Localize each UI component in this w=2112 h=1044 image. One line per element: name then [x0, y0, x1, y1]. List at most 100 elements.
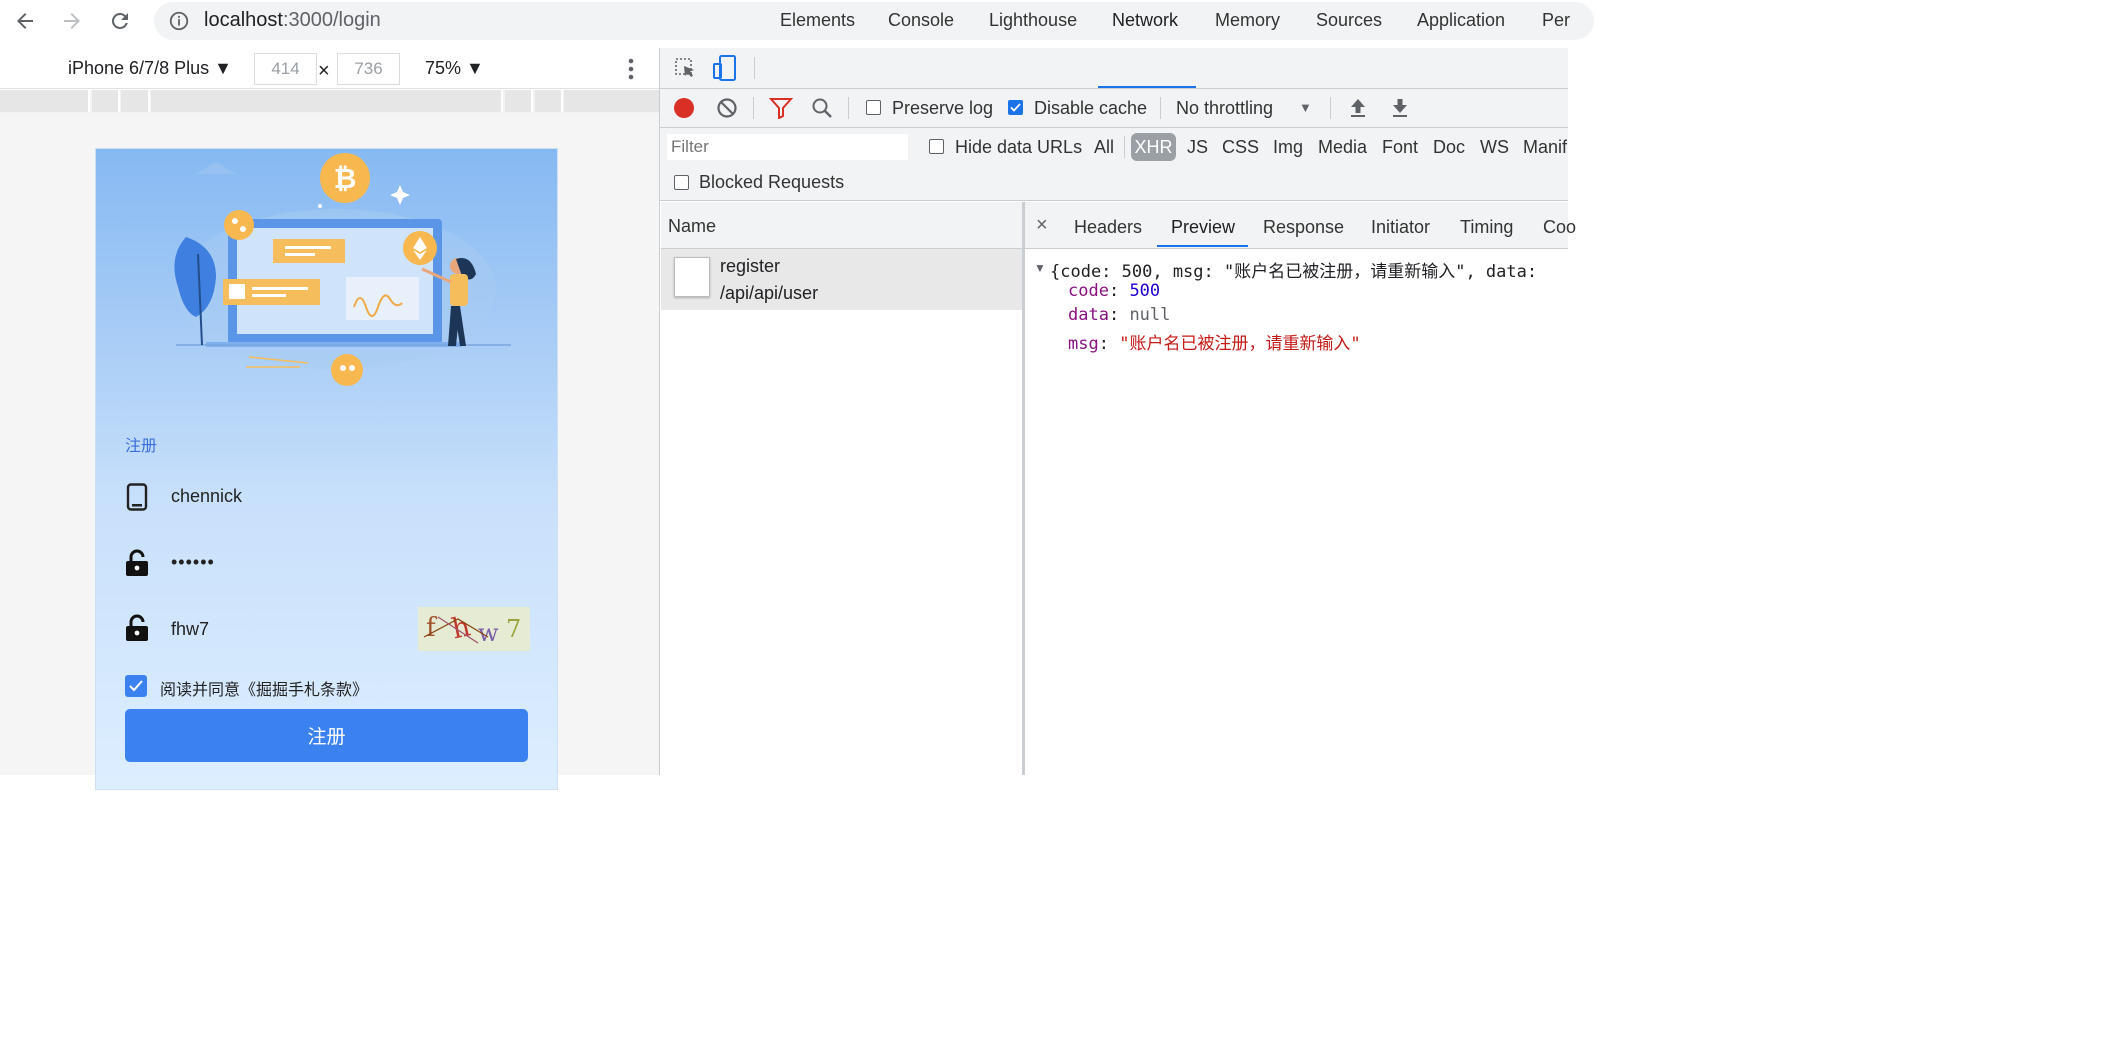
phone-icon: [126, 483, 148, 516]
separator: [1124, 136, 1125, 158]
forward-arrow-icon: [64, 13, 80, 29]
filter-type-ws[interactable]: WS: [1480, 137, 1509, 158]
tab-initiator[interactable]: Initiator: [1371, 217, 1430, 238]
expand-triangle-icon[interactable]: ▼: [1034, 261, 1046, 275]
request-name: register: [720, 256, 781, 276]
tab-performance[interactable]: Per: [1542, 10, 1570, 31]
filter-type-xhr[interactable]: XHR: [1131, 133, 1176, 161]
active-detail-tab-indicator: [1157, 245, 1248, 247]
url-path: :3000/login: [282, 9, 381, 31]
svg-text:₿: ₿: [334, 162, 357, 195]
url-host: localhost: [204, 9, 283, 31]
filter-type-img[interactable]: Img: [1273, 137, 1303, 158]
agree-text[interactable]: 阅读并同意《掘掘手札条款》: [160, 676, 368, 700]
device-select[interactable]: iPhone 6/7/8 Plus ▼: [68, 58, 232, 79]
tab-cookies[interactable]: Coo: [1543, 217, 1576, 238]
json-string: "账户名已被注册，请重新输入": [1119, 334, 1361, 354]
media-query-ruler[interactable]: [0, 90, 661, 116]
blocked-requests-checkbox[interactable]: [674, 175, 689, 190]
filter-type-css[interactable]: CSS: [1222, 137, 1259, 158]
separator: [1330, 97, 1331, 119]
filter-type-all[interactable]: All: [1094, 137, 1114, 158]
form-heading: 注册: [125, 438, 158, 455]
captcha-input[interactable]: fhw7: [171, 619, 209, 640]
clear-icon[interactable]: [716, 97, 738, 124]
back-arrow-icon: [17, 13, 33, 29]
zoom-select[interactable]: 75% ▼: [425, 58, 484, 79]
tab-elements[interactable]: Elements: [780, 10, 855, 31]
tab-timing[interactable]: Timing: [1460, 217, 1513, 238]
check-icon: [129, 680, 143, 692]
filter-type-manifest[interactable]: Manif: [1523, 137, 1567, 158]
preview-code-line: code: 500: [1068, 281, 1161, 301]
register-button[interactable]: 注册: [125, 709, 528, 762]
captcha-image[interactable]: f h w 7: [418, 607, 530, 651]
tab-application[interactable]: Application: [1417, 10, 1505, 31]
filter-icon[interactable]: [768, 97, 794, 124]
username-input[interactable]: chennick: [171, 486, 242, 507]
record-icon[interactable]: [674, 98, 694, 118]
json-key: data: [1068, 305, 1109, 325]
search-icon[interactable]: [811, 97, 833, 124]
filter-type-media[interactable]: Media: [1318, 137, 1367, 158]
separator: [754, 57, 755, 79]
dimension-times: ×: [318, 60, 330, 82]
password-input[interactable]: ••••••: [171, 552, 215, 573]
separator: [753, 97, 754, 119]
tab-headers[interactable]: Headers: [1074, 217, 1142, 238]
filter-input[interactable]: [667, 134, 908, 160]
tab-preview[interactable]: Preview: [1171, 217, 1235, 238]
check-icon: [1010, 103, 1021, 112]
filter-type-font[interactable]: Font: [1382, 137, 1418, 158]
devtools-tab-bar: [660, 48, 1568, 89]
device-toolbar-toggle-icon[interactable]: [712, 54, 738, 87]
preview-summary[interactable]: {code: 500, msg: "账户名已被注册，请重新输入", data:: [1050, 257, 1537, 282]
name-column-header[interactable]: Name: [661, 202, 1022, 249]
active-tab-indicator: [1098, 86, 1196, 88]
viewport-width-input[interactable]: 414: [254, 53, 317, 85]
name-header-label: Name: [668, 216, 717, 236]
close-icon[interactable]: ×: [1036, 214, 1048, 237]
preserve-log-checkbox[interactable]: [866, 100, 881, 115]
tab-response[interactable]: Response: [1263, 217, 1344, 238]
import-har-icon[interactable]: [1348, 97, 1368, 124]
hero-illustration: ₿: [174, 153, 511, 386]
preview-data-line: data: null: [1068, 305, 1171, 325]
filter-type-doc[interactable]: Doc: [1433, 137, 1465, 158]
zoom-value: 75%: [425, 58, 462, 78]
tab-lighthouse[interactable]: Lighthouse: [989, 10, 1077, 31]
request-path: /api/api/user: [720, 283, 819, 303]
chevron-down-icon: ▼: [214, 58, 232, 78]
chevron-down-icon[interactable]: ▼: [1299, 100, 1312, 115]
forward-button[interactable]: [55, 4, 89, 38]
disable-cache-label: Disable cache: [1034, 98, 1148, 118]
more-options-icon[interactable]: [624, 56, 638, 87]
document-icon: [674, 257, 710, 297]
tab-console[interactable]: Console: [888, 10, 954, 31]
reload-icon: [111, 12, 128, 29]
lock-icon: [125, 549, 149, 582]
viewport-height-input[interactable]: 736: [337, 53, 400, 85]
preview-msg-line: msg: "账户名已被注册，请重新输入": [1068, 334, 1361, 354]
inspect-element-icon[interactable]: [673, 56, 697, 85]
preserve-log-label: Preserve log: [892, 98, 994, 118]
back-button[interactable]: [8, 4, 42, 38]
reload-button[interactable]: [103, 4, 137, 38]
disable-cache-checkbox[interactable]: [1008, 100, 1023, 115]
hide-data-urls-checkbox[interactable]: [929, 139, 944, 154]
json-key: msg: [1068, 334, 1099, 354]
url-text[interactable]: localhost:3000/login: [204, 9, 381, 32]
tab-memory[interactable]: Memory: [1215, 10, 1280, 31]
request-row[interactable]: register /api/api/user: [661, 249, 1022, 310]
tab-sources[interactable]: Sources: [1316, 10, 1382, 31]
site-info-icon[interactable]: [168, 10, 190, 37]
blocked-requests-label: Blocked Requests: [699, 172, 845, 192]
throttling-select[interactable]: No throttling: [1176, 98, 1273, 119]
json-null: null: [1129, 305, 1171, 325]
separator: [1160, 97, 1161, 119]
filter-type-js[interactable]: JS: [1187, 137, 1208, 158]
tab-network[interactable]: Network: [1112, 10, 1178, 31]
agree-checkbox[interactable]: [125, 675, 147, 697]
separator: [848, 97, 849, 119]
export-har-icon[interactable]: [1390, 97, 1410, 124]
